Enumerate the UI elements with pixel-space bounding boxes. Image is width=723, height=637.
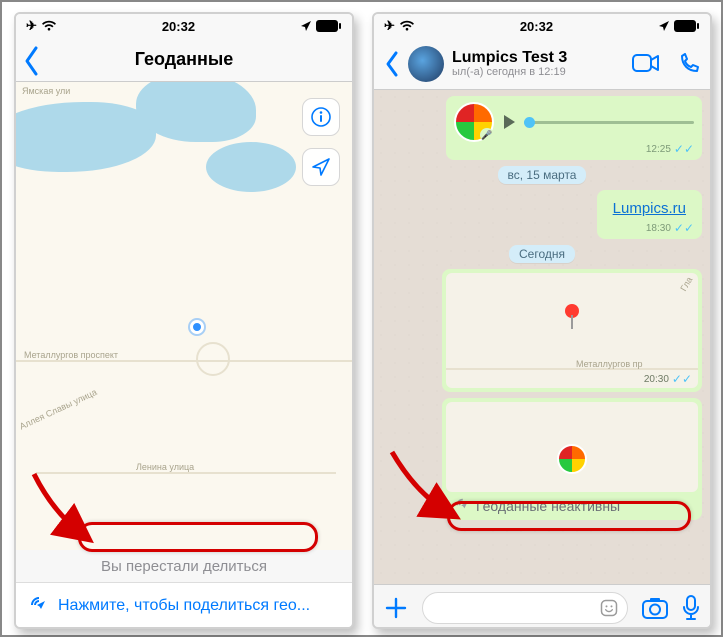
read-tick-icon: ✓✓ <box>674 221 694 235</box>
road-label: Ленина улица <box>136 462 194 472</box>
page-title: Геоданные <box>135 49 234 70</box>
sticker-icon[interactable] <box>599 598 619 618</box>
recenter-button[interactable] <box>302 148 340 186</box>
live-location-icon <box>28 596 48 616</box>
wifi-icon <box>41 20 57 32</box>
voice-call-button[interactable] <box>678 53 700 75</box>
wifi-icon <box>399 20 415 32</box>
chat-header: Lumpics Test 3 ыл(-а) сегодня в 12:19 <box>374 38 710 90</box>
map-roundabout <box>196 342 230 376</box>
date-separator: вс, 15 марта <box>498 166 587 184</box>
status-bar: ✈︎ 20:32 <box>16 14 352 38</box>
message-time: 20:30 <box>644 374 669 385</box>
live-avatar <box>557 444 587 474</box>
map-lake <box>206 142 296 192</box>
road-label: Ямская ули <box>22 86 70 96</box>
chat-title-block[interactable]: Lumpics Test 3 ыл(-а) сегодня в 12:19 <box>452 49 624 79</box>
mic-button[interactable] <box>682 595 700 621</box>
voice-progress[interactable] <box>524 121 694 124</box>
nav-bar: Геоданные <box>16 38 352 82</box>
map-view[interactable]: Ямская ули Металлургов проспект Ленина у… <box>16 82 352 550</box>
share-location-label: Нажмите, чтобы поделиться гео... <box>58 597 310 615</box>
chat-input-bar <box>374 584 710 629</box>
live-location-icon <box>454 498 470 514</box>
contact-name: Lumpics Test 3 <box>452 49 624 67</box>
phone-right: ✈︎ 20:32 Lumpics Test 3 ыл(-а) сегодня в… <box>372 12 712 629</box>
road-label: Металлургов проспект <box>24 350 118 360</box>
map-lake <box>16 102 156 172</box>
link-message[interactable]: Lumpics.ru 18:30✓✓ <box>597 190 702 239</box>
date-separator: Сегодня <box>509 245 575 263</box>
map-road <box>36 472 336 474</box>
location-arrow-icon <box>658 20 670 32</box>
mic-icon: 🎤 <box>480 128 494 142</box>
status-bar: ✈︎ 20:32 <box>374 14 710 38</box>
airplane-icon: ✈︎ <box>384 18 395 34</box>
road-label: Металлургов пр <box>576 359 643 369</box>
airplane-icon: ✈︎ <box>26 18 37 34</box>
message-time: 12:25 <box>646 144 671 155</box>
stopped-sharing-label: Вы перестали делиться <box>16 550 352 582</box>
back-button[interactable] <box>22 44 42 83</box>
road-label: Гла <box>679 275 695 293</box>
clock: 20:32 <box>520 19 553 34</box>
map-info-button[interactable] <box>302 98 340 136</box>
user-location-dot <box>190 320 204 334</box>
attach-button[interactable] <box>384 596 408 620</box>
live-location-status: Геоданные неактивны <box>476 498 620 514</box>
battery-icon <box>674 20 700 32</box>
video-call-button[interactable] <box>632 53 660 73</box>
battery-icon <box>316 20 342 32</box>
read-tick-icon: ✓✓ <box>674 142 694 156</box>
camera-button[interactable] <box>642 597 668 619</box>
link-text[interactable]: Lumpics.ru <box>605 196 694 221</box>
back-button[interactable] <box>384 50 400 78</box>
sender-avatar: 🎤 <box>454 102 494 142</box>
road-label: Аллея Славы улица <box>18 387 98 432</box>
live-location-message[interactable]: Геоданные неактивны <box>442 398 702 520</box>
read-tick-icon: ✓✓ <box>672 372 692 386</box>
presence-label: ыл(-а) сегодня в 12:19 <box>452 66 624 78</box>
chat-body[interactable]: 🎤 12:25✓✓ вс, 15 марта Lumpics.ru 18:30✓… <box>374 90 710 584</box>
location-map-thumb <box>446 402 698 492</box>
map-road <box>16 360 352 362</box>
clock: 20:32 <box>162 19 195 34</box>
phone-left: ✈︎ 20:32 Геоданные Ямская ули Металлурго… <box>14 12 354 629</box>
location-map-thumb: Металлургов пр Гла 20:30✓✓ <box>446 273 698 388</box>
message-time: 18:30 <box>646 223 671 234</box>
location-arrow-icon <box>300 20 312 32</box>
play-icon[interactable] <box>502 114 516 130</box>
share-location-row[interactable]: Нажмите, чтобы поделиться гео... <box>16 582 352 628</box>
avatar[interactable] <box>408 46 444 82</box>
location-message[interactable]: Металлургов пр Гла 20:30✓✓ <box>442 269 702 392</box>
voice-message[interactable]: 🎤 12:25✓✓ <box>446 96 702 160</box>
message-input[interactable] <box>422 592 628 624</box>
map-pin-icon <box>562 303 582 333</box>
